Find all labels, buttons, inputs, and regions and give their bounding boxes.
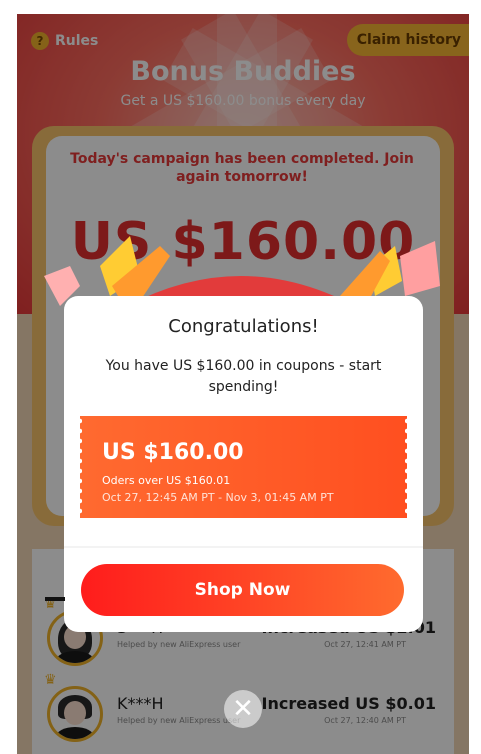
coupon-condition: Oders over US $160.01 xyxy=(102,474,231,487)
modal-title: Congratulations! xyxy=(168,316,319,337)
congratulations-modal: Congratulations! You have US $160.00 in … xyxy=(64,296,423,632)
indicator-bar xyxy=(45,597,65,601)
modal-message: You have US $160.00 in coupons - start s… xyxy=(105,358,382,395)
coupon-amount: US $160.00 xyxy=(102,440,244,465)
coupon-card[interactable]: US $160.00 Oders over US $160.01 Oct 27,… xyxy=(78,416,409,518)
close-button[interactable]: ✕ xyxy=(224,690,262,728)
close-icon: ✕ xyxy=(232,694,254,724)
shop-now-button[interactable]: Shop Now xyxy=(81,564,404,616)
shop-now-label: Shop Now xyxy=(194,580,291,600)
modal-divider xyxy=(64,546,423,548)
coupon-validity: Oct 27, 12:45 AM PT - Nov 3, 01:45 AM PT xyxy=(102,491,334,504)
